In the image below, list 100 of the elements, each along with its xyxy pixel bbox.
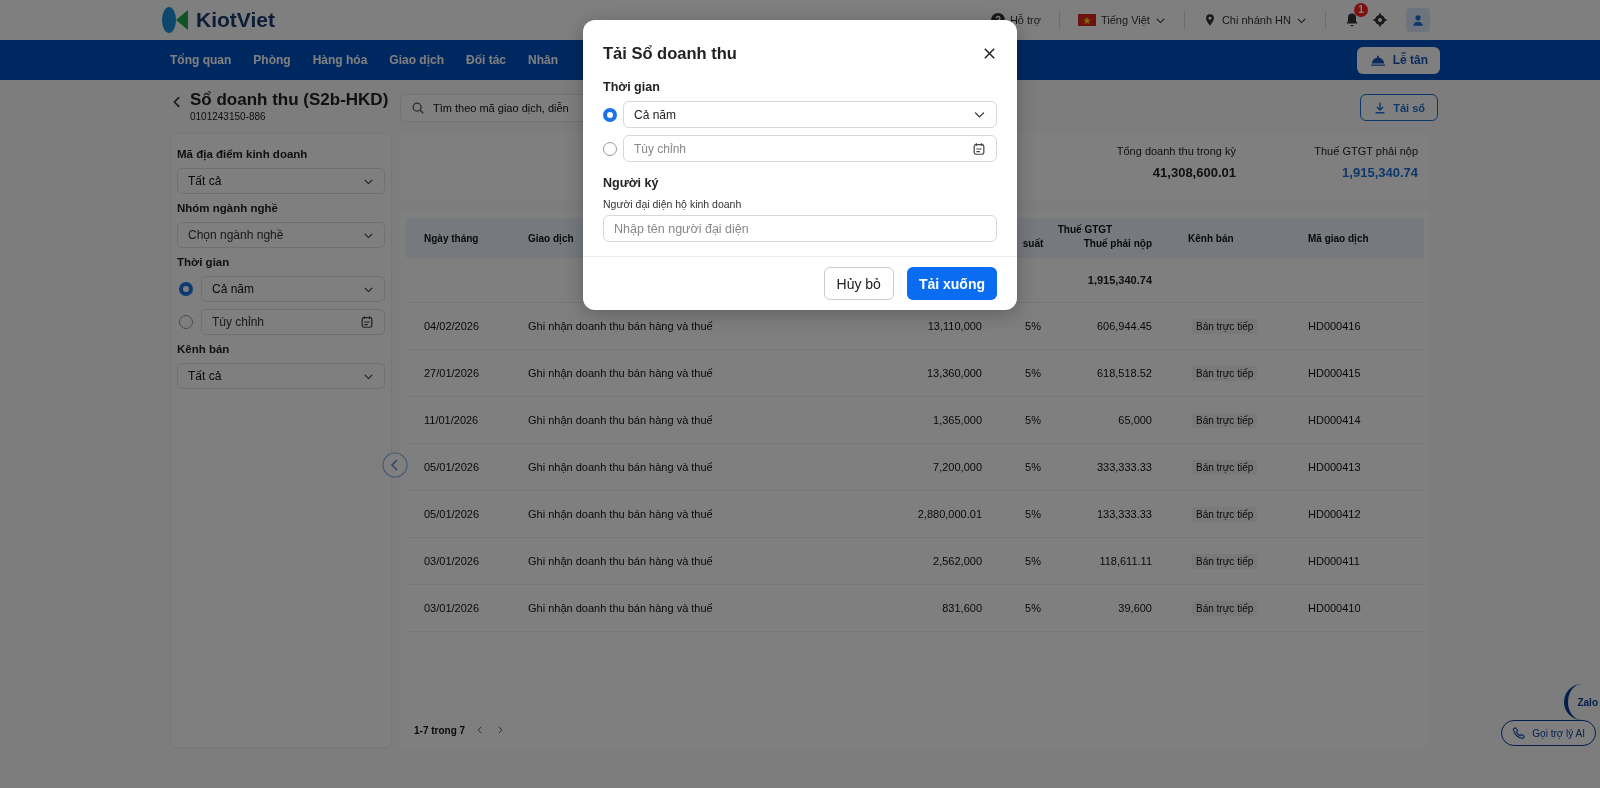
- nav-item[interactable]: Hàng hóa: [312, 53, 368, 67]
- download-button[interactable]: Tải xuống: [906, 267, 997, 300]
- column-header: Ngày tháng: [424, 232, 479, 244]
- radio-button[interactable]: [603, 107, 617, 122]
- table-cell: 39,600: [1118, 602, 1152, 614]
- summary-value: 1,915,340.74: [1341, 165, 1418, 180]
- close-icon[interactable]: [982, 45, 997, 61]
- table-cell: HD000416: [1308, 320, 1361, 332]
- table-cell: 5%: [1025, 320, 1041, 332]
- select-field[interactable]: Cả năm: [201, 276, 385, 302]
- table-cell: 03/01/2026: [424, 555, 480, 567]
- select-field[interactable]: Cả năm: [623, 101, 997, 128]
- select-field[interactable]: Chọn ngành nghề: [177, 222, 385, 248]
- user-icon: [1411, 13, 1425, 27]
- table-cell: Ghi nhận doanh thu bán hàng và thuế: [528, 555, 713, 567]
- notification-badge: 1: [1354, 3, 1368, 17]
- tax-code: 0101243150-886: [190, 111, 267, 122]
- table-cell: 2,880,000.01: [917, 508, 982, 520]
- table-cell: HD000411: [1308, 555, 1360, 567]
- channel-tag: Bán trực tiếp: [1192, 459, 1258, 475]
- download-button[interactable]: Tải sổ: [1360, 94, 1438, 121]
- table-cell: Ghi nhận doanh thu bán hàng và thuế: [528, 602, 713, 614]
- table-cell: Ghi nhận doanh thu bán hàng và thuế: [528, 414, 713, 426]
- table-cell: HD000415: [1308, 367, 1361, 379]
- summary-value: 41,308,600.01: [1151, 165, 1236, 180]
- table-cell: 5%: [1025, 414, 1041, 426]
- language-select[interactable]: Tiếng Việt: [1078, 14, 1166, 26]
- nav-item[interactable]: Phòng: [253, 53, 291, 67]
- table-cell: 05/01/2026: [424, 461, 480, 473]
- radio-button[interactable]: [179, 282, 193, 296]
- nav-item[interactable]: Nhân: [528, 53, 559, 67]
- nav-item[interactable]: Đối tác: [466, 53, 507, 67]
- table-cell: Ghi nhận doanh thu bán hàng và thuế: [528, 461, 713, 473]
- bell-icon[interactable]: [1344, 12, 1360, 28]
- table-cell: 118,611.11: [1099, 555, 1152, 567]
- table-cell: 05/01/2026: [424, 508, 480, 520]
- branch-select[interactable]: Chi nhánh HN: [1202, 13, 1307, 27]
- table-cell: HD000413: [1308, 461, 1361, 473]
- table-cell: 27/01/2026: [424, 367, 480, 379]
- table-cell: Ghi nhận doanh thu bán hàng và thuế: [528, 367, 713, 379]
- ai-assistant-button[interactable]: Gọi trợ lý AI: [1501, 720, 1596, 746]
- table-cell: 1,365,000: [933, 414, 982, 426]
- table-cell: 606,944.45: [1096, 320, 1152, 332]
- section-label: Người ký: [603, 176, 660, 190]
- table-cell: 5%: [1025, 461, 1041, 473]
- cancel-button[interactable]: Hủy bỏ: [823, 267, 894, 300]
- nav-item[interactable]: Giao dịch: [389, 53, 444, 67]
- column-header: Mã giao dịch: [1308, 232, 1369, 244]
- table-cell: 65,000: [1118, 414, 1152, 426]
- column-header: suất: [1022, 238, 1044, 249]
- channel-tag: Bán trực tiếp: [1192, 365, 1258, 381]
- filter-label: Mã địa điểm kinh doanh: [177, 148, 309, 160]
- table-cell: 5%: [1025, 367, 1041, 379]
- page-title: Sổ doanh thu (S2b-HKD): [190, 90, 389, 110]
- summary-label: Tổng doanh thu trong kỳ: [1115, 145, 1236, 157]
- channel-tag: Bán trực tiếp: [1192, 412, 1258, 428]
- column-header: Giao dịch: [528, 232, 574, 244]
- date-field[interactable]: Tùy chỉnh: [623, 135, 997, 162]
- summary-label: Thuế GTGT phải nộp: [1313, 145, 1418, 157]
- logo-icon: [160, 5, 190, 35]
- column-header: Kênh bán: [1188, 232, 1234, 244]
- table-cell: 831,600: [942, 602, 982, 614]
- channel-tag: Bán trực tiếp: [1192, 553, 1258, 569]
- radio-button[interactable]: [179, 315, 193, 329]
- table-cell: 13,360,000: [926, 367, 982, 379]
- table-cell: 2,562,000: [933, 555, 982, 567]
- select-field[interactable]: Tất cả: [177, 168, 385, 194]
- collapse-icon[interactable]: [382, 452, 408, 478]
- table-cell: 7,200,000: [933, 461, 982, 473]
- date-field[interactable]: Tùy chỉnh: [201, 309, 385, 335]
- text-input[interactable]: Nhập tên người đại diện: [603, 215, 997, 242]
- table-cell: 04/02/2026: [424, 320, 480, 332]
- table-cell: 03/01/2026: [424, 602, 480, 614]
- logo-text: KiotViet: [196, 8, 275, 32]
- table-cell: HD000412: [1308, 508, 1361, 520]
- reception-button[interactable]: Lễ tân: [1356, 46, 1440, 74]
- table-cell: 5%: [1025, 602, 1041, 614]
- column-group-header: Thuế GTGT: [1057, 224, 1113, 235]
- nav-item[interactable]: Tổng quan: [170, 53, 232, 67]
- table-cell: 13,110,000: [927, 320, 982, 332]
- table-cell: 1,915,340.74: [1087, 274, 1152, 286]
- channel-tag: Bán trực tiếp: [1192, 318, 1258, 334]
- filter-label: Thời gian: [177, 256, 231, 268]
- table-cell: Ghi nhận doanh thu bán hàng và thuế: [528, 320, 713, 332]
- select-field[interactable]: Tất cả: [177, 363, 385, 389]
- search-icon: [411, 100, 425, 115]
- section-label: Thời gian: [603, 80, 661, 94]
- pagination-text: 1-7 trong 7: [414, 724, 466, 736]
- channel-tag: Bán trực tiếp: [1192, 506, 1258, 522]
- filter-label: Nhóm ngành nghề: [177, 202, 279, 214]
- service-bell-icon: [1368, 53, 1387, 67]
- table-cell: 133,333.33: [1096, 508, 1152, 520]
- avatar[interactable]: [1406, 8, 1430, 32]
- radio-button[interactable]: [603, 141, 617, 156]
- table-cell: HD000410: [1308, 602, 1361, 614]
- channel-tag: Bán trực tiếp: [1192, 600, 1258, 616]
- table-cell: Ghi nhận doanh thu bán hàng và thuế: [528, 508, 713, 520]
- flag-icon: [1078, 14, 1096, 26]
- field-label: Người đại diện hộ kinh doanh: [603, 198, 743, 210]
- column-header: Thuế phải nộp: [1083, 238, 1152, 249]
